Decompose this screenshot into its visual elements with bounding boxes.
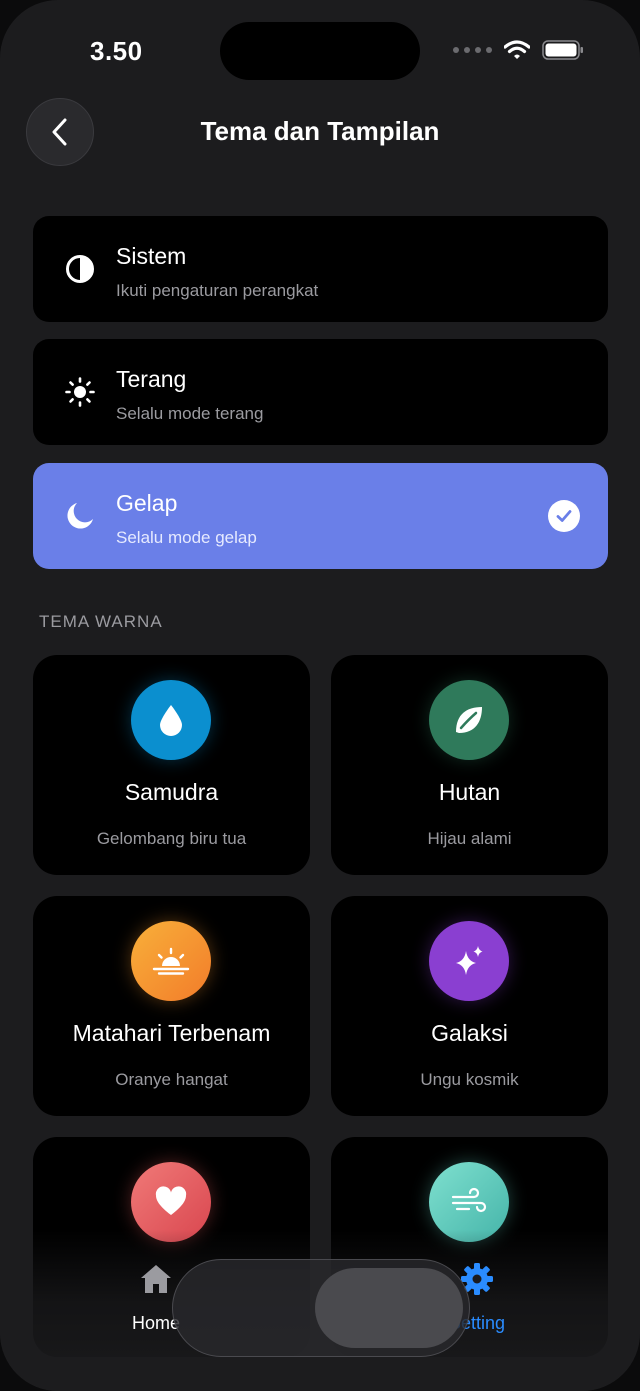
mode-title: Sistem: [116, 243, 187, 269]
mode-title: Terang: [116, 366, 187, 392]
page-title: Tema dan Tampilan: [200, 116, 440, 146]
theme-subtitle: Oranye hangat: [115, 1070, 228, 1089]
sunset-icon: [131, 921, 211, 1001]
sun-icon: [65, 377, 95, 407]
mode-option-gelap[interactable]: Gelap Selalu mode gelap: [33, 463, 608, 569]
theme-subtitle: Hijau alami: [427, 829, 512, 848]
theme-name: Samudra: [124, 779, 219, 805]
mode-option-terang[interactable]: Terang Selalu mode terang: [33, 339, 608, 445]
wifi-icon: [504, 40, 530, 59]
theme-card-samudra[interactable]: Samudra Gelombang biru tua: [33, 655, 310, 875]
nav-header: Tema dan Tampilan: [0, 96, 640, 172]
half-circle-icon: [66, 255, 94, 283]
signal-dots-icon: [453, 47, 492, 53]
theme-card-hutan[interactable]: Hutan Hijau alami: [331, 655, 608, 875]
theme-name: Galaksi: [431, 1020, 508, 1046]
status-time: 3.50: [90, 36, 143, 66]
section-label-tema-warna: TEMA WARNA: [39, 612, 163, 631]
mode-option-sistem[interactable]: Sistem Ikuti pengaturan perangkat: [33, 216, 608, 322]
mode-subtitle: Ikuti pengaturan perangkat: [116, 281, 319, 300]
theme-subtitle: Ungu kosmik: [420, 1070, 519, 1089]
mode-title: Gelap: [116, 490, 178, 516]
status-bar: 3.50: [0, 0, 640, 100]
leaf-icon: [429, 680, 509, 760]
battery-icon: [542, 40, 583, 60]
tab-switcher-pill[interactable]: [172, 1259, 470, 1357]
theme-name: Hutan: [438, 779, 501, 805]
droplet-icon: [131, 680, 211, 760]
theme-subtitle: Gelombang biru tua: [96, 829, 247, 848]
selected-check-icon: [548, 500, 580, 532]
theme-name: Matahari Terbenam: [72, 1020, 271, 1046]
sparkle-icon: [429, 921, 509, 1001]
tab-switcher-knob[interactable]: [315, 1268, 463, 1348]
mode-subtitle: Selalu mode terang: [116, 404, 264, 423]
mode-subtitle: Selalu mode gelap: [116, 528, 257, 547]
house-icon: [141, 1265, 171, 1293]
theme-card-galaksi[interactable]: Galaksi Ungu kosmik: [331, 896, 608, 1116]
dynamic-island: [220, 22, 420, 80]
status-icons: [453, 40, 584, 60]
moon-icon: [67, 503, 93, 529]
theme-card-matahari-terbenam[interactable]: Matahari Terbenam Oranye hangat: [33, 896, 310, 1116]
phone-screen: 3.50 Tema dan Tampilan Sistem Ikuti peng…: [0, 0, 640, 1391]
